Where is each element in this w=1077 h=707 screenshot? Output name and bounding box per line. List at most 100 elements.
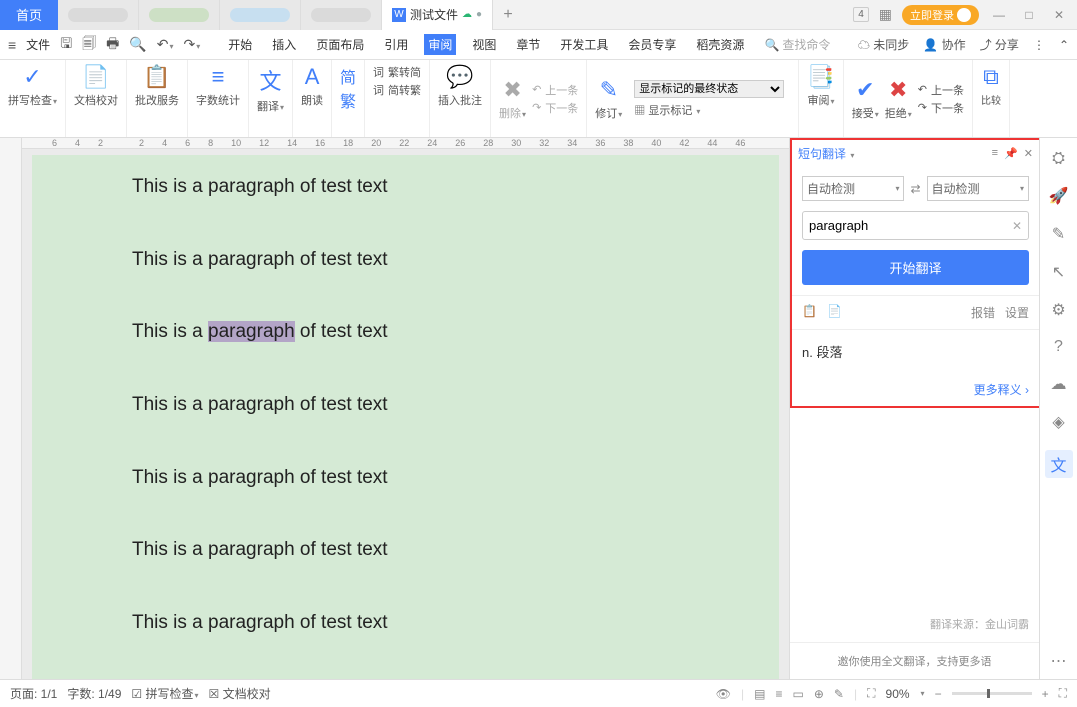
zoom-in-icon[interactable]: +	[1042, 687, 1049, 701]
insert-comment-button[interactable]: 💬插入批注	[438, 64, 482, 108]
command-search[interactable]: 🔍 查找命令	[764, 36, 830, 53]
translation-invite-banner[interactable]: 邀你使用全文翻译，支持更多语	[790, 642, 1039, 679]
prev-comment-button[interactable]: ↶ 上一条	[532, 82, 578, 98]
undo-icon[interactable]: ↶▾	[157, 36, 174, 53]
shape-icon[interactable]: ◈	[1052, 412, 1064, 432]
clear-input-icon[interactable]: ✕	[1012, 219, 1022, 233]
share-button[interactable]: ⤴ 分享	[980, 36, 1019, 53]
show-markup-button[interactable]: ▦ 显示标记 ▾	[634, 102, 784, 118]
tab-chapter[interactable]: 章节	[512, 34, 544, 55]
word-count[interactable]: 字数: 1/49	[67, 685, 121, 702]
copy-source-icon[interactable]: 📋	[802, 304, 817, 321]
hamburger-icon[interactable]: ≡	[8, 37, 16, 53]
zoom-out-icon[interactable]: −	[935, 687, 942, 701]
tab-review[interactable]: 审阅	[424, 34, 456, 55]
trad-to-simp-button[interactable]: 词 繁转简	[373, 64, 421, 80]
collab-button[interactable]: 👤 协作	[923, 36, 965, 53]
markup-view-select[interactable]: 显示标记的最终状态	[634, 80, 784, 98]
view-web-icon[interactable]: ⊕	[814, 687, 824, 701]
read-button[interactable]: A朗读	[301, 64, 323, 108]
tab-resource[interactable]: 稻壳资源	[692, 34, 748, 55]
pencil-icon[interactable]: ✎	[1052, 224, 1065, 244]
more-definitions-link[interactable]: 更多释义 ›	[792, 373, 1039, 406]
zoom-slider[interactable]	[952, 692, 1032, 695]
review-pane-button[interactable]: 📑审阅▾	[807, 64, 834, 108]
page-count[interactable]: 页面: 1/1	[10, 685, 57, 702]
minimize-button[interactable]: —	[989, 8, 1009, 22]
accept-button[interactable]: ✔接受▾	[852, 77, 879, 121]
fit-icon[interactable]: ⛶	[867, 686, 875, 701]
hidden-tab-4[interactable]	[301, 0, 382, 30]
notification-badge[interactable]: 4	[853, 7, 869, 22]
tab-view[interactable]: 视图	[468, 34, 500, 55]
delete-comment-button[interactable]: ✖删除▾	[499, 77, 526, 121]
file-menu[interactable]: 文件	[26, 36, 50, 53]
save-icon[interactable]: 🖫	[60, 33, 72, 57]
view-outline-icon[interactable]: ≡	[776, 687, 783, 701]
maximize-button[interactable]: □	[1019, 8, 1039, 22]
document-page[interactable]: 📄 This is a paragraph of test text This …	[32, 155, 779, 679]
selected-text[interactable]: paragraph	[208, 321, 295, 342]
sync-status[interactable]: ☁ 未同步	[858, 36, 909, 53]
help-icon[interactable]: ?	[1054, 338, 1063, 356]
sliders-icon[interactable]: ⚙	[1051, 300, 1065, 320]
compare-button[interactable]: ⧉比较	[981, 64, 1001, 107]
translate-button[interactable]: 文翻译▾	[257, 64, 284, 114]
more-icon[interactable]: ⋮	[1033, 38, 1045, 52]
report-link[interactable]: 报错	[971, 304, 995, 321]
login-button[interactable]: 立即登录	[902, 5, 979, 25]
settings-link[interactable]: 设置	[1005, 304, 1029, 321]
tab-layout[interactable]: 页面布局	[312, 34, 368, 55]
eye-icon[interactable]: 👁	[716, 687, 731, 701]
new-tab-button[interactable]: +	[493, 6, 523, 24]
translation-input[interactable]	[809, 218, 1012, 233]
copy-result-icon[interactable]: 📄	[827, 304, 842, 321]
reject-button[interactable]: ✖拒绝▾	[885, 77, 912, 121]
edit-mode-icon[interactable]: ✎	[834, 687, 844, 701]
target-lang-select[interactable]: 自动检测▾	[927, 176, 1029, 201]
panel-close-icon[interactable]: ✕	[1024, 147, 1033, 160]
fullscreen-icon[interactable]: ⛶	[1059, 686, 1067, 701]
tab-member[interactable]: 会员专享	[624, 34, 680, 55]
gear-icon[interactable]: ⛭	[1052, 150, 1065, 168]
tab-start[interactable]: 开始	[224, 34, 256, 55]
source-lang-select[interactable]: 自动检测▾	[802, 176, 904, 201]
status-doc-check[interactable]: ☒ 文档校对	[209, 685, 271, 702]
home-tab[interactable]: 首页	[0, 0, 58, 30]
panel-pin-icon[interactable]: 📌	[1004, 147, 1018, 160]
tab-reference[interactable]: 引用	[380, 34, 412, 55]
view-read-icon[interactable]: ▭	[793, 687, 804, 701]
redo-icon[interactable]: ↷▾	[184, 36, 201, 53]
spell-check-button[interactable]: ✓拼写检查▾	[8, 64, 57, 108]
doc-check-button[interactable]: 📄文档校对	[74, 64, 118, 108]
next-change-button[interactable]: ↷ 下一条	[918, 100, 964, 116]
apps-icon[interactable]: ▦	[879, 6, 892, 23]
next-comment-button[interactable]: ↷ 下一条	[532, 100, 578, 116]
hidden-tab-3[interactable]	[220, 0, 301, 30]
cloud-tool-icon[interactable]: ☁	[1051, 374, 1067, 394]
cursor-icon[interactable]: ↖	[1052, 262, 1065, 282]
collapse-ribbon-icon[interactable]: ⌃	[1059, 38, 1069, 52]
prev-change-button[interactable]: ↶ 上一条	[918, 82, 964, 98]
wordcount-button[interactable]: ≡字数统计	[196, 64, 240, 108]
active-document-tab[interactable]: W 测试文件 ☁ ●	[382, 0, 493, 30]
hidden-tab-2[interactable]	[139, 0, 220, 30]
translate-sidebar-icon[interactable]: 文	[1045, 450, 1073, 478]
tab-dev[interactable]: 开发工具	[556, 34, 612, 55]
preview-icon[interactable]: 🔍	[129, 36, 146, 53]
rocket-icon[interactable]: 🚀	[1049, 186, 1069, 206]
zoom-level[interactable]: 90%	[886, 687, 910, 701]
more-tools-icon[interactable]: ⋯	[1051, 651, 1067, 671]
print-icon[interactable]: 🖶	[106, 33, 119, 57]
approve-button[interactable]: 📋批改服务	[135, 64, 179, 108]
tab-insert[interactable]: 插入	[268, 34, 300, 55]
translate-action-button[interactable]: 开始翻译	[802, 250, 1029, 285]
save-as-icon[interactable]: 🗐	[82, 33, 96, 57]
view-page-icon[interactable]: ▤	[754, 687, 765, 701]
simp-to-trad-button[interactable]: 词 简转繁	[373, 82, 421, 98]
close-button[interactable]: ✕	[1049, 8, 1069, 22]
status-spell-check[interactable]: ☑ 拼写检查▾	[131, 685, 198, 702]
hidden-tab-1[interactable]	[58, 0, 139, 30]
swap-lang-icon[interactable]: ⇄	[910, 182, 920, 196]
track-changes-button[interactable]: ✎修订▾	[595, 77, 622, 121]
